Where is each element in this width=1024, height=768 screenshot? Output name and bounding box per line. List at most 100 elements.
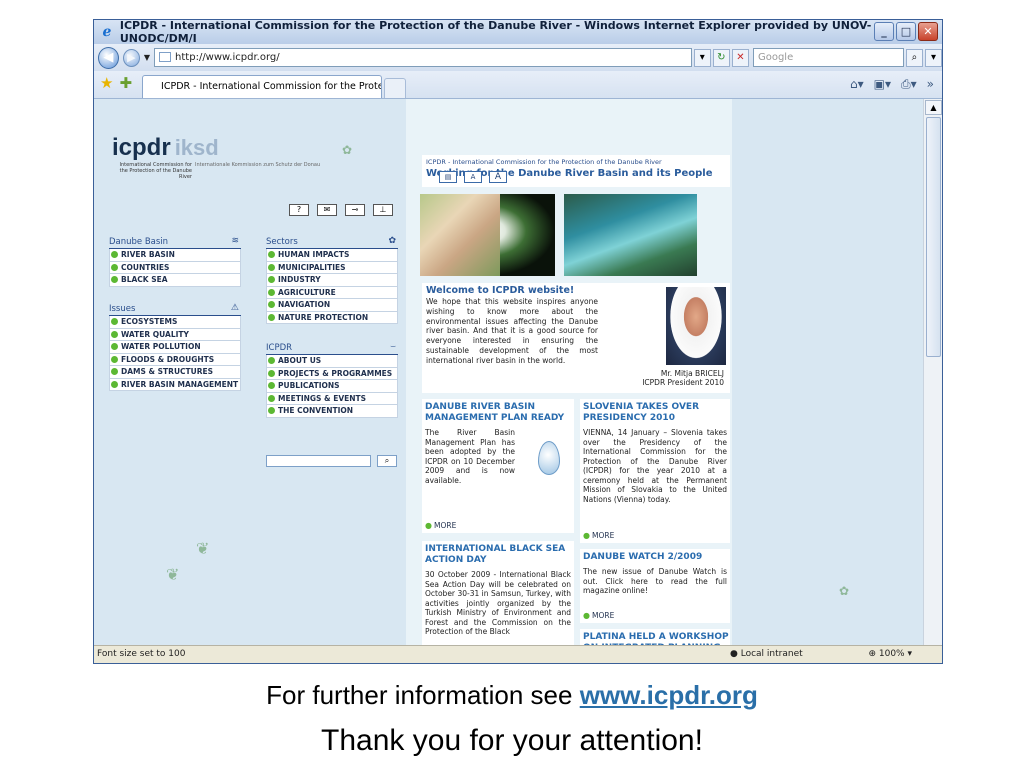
sitemap-icon[interactable]: ⊥ — [373, 204, 393, 216]
stop-button[interactable]: ✕ — [731, 48, 749, 67]
tab-icpdr[interactable]: ICPDR - International Commission for the… — [142, 75, 383, 98]
vertical-scrollbar[interactable]: ▲ — [923, 99, 942, 647]
zone-label: Local intranet — [740, 649, 803, 659]
print-page-icon[interactable]: ▤ — [439, 171, 457, 183]
back-button[interactable]: ◀ — [98, 46, 119, 69]
menu-sectors: Sectors ✿ HUMAN IMPACTS MUNICIPALITIES IN… — [266, 236, 398, 324]
site-search-input[interactable] — [266, 455, 371, 467]
news-title[interactable]: SLOVENIA TAKES OVER PRESIDENCY 2010 — [580, 399, 730, 424]
key-icon[interactable]: ⊸ — [345, 204, 365, 216]
menu-title: Danube Basin — [109, 237, 169, 247]
search-button[interactable]: ⌕ — [905, 48, 923, 67]
status-text: Font size set to 100 — [97, 649, 186, 659]
more-link[interactable]: MORE — [580, 531, 614, 540]
forward-button[interactable]: ▶ — [122, 48, 140, 67]
zoom-value: 100% — [878, 649, 905, 659]
web-page: ❦ ❦ ✿ icpdr iksd International Commission… — [94, 99, 923, 647]
scroll-up-button[interactable]: ▲ — [925, 100, 942, 115]
leaf-decoration: ❦ — [166, 565, 180, 584]
home-icon[interactable]: ⌂▾ — [850, 77, 864, 92]
search-input[interactable]: Google — [752, 48, 904, 67]
help-icon[interactable]: ? — [289, 204, 309, 216]
menu-item[interactable]: WATER QUALITY — [109, 328, 241, 341]
news-item[interactable]: SLOVENIA TAKES OVER PRESIDENCY 2010 VIEN… — [580, 399, 730, 543]
status-bar: Font size set to 100 ● Local intranet ⊕ … — [94, 645, 942, 663]
more-link[interactable]: MORE — [422, 521, 456, 530]
address-bar[interactable]: http://www.icpdr.org/ — [154, 48, 692, 67]
news-title[interactable]: INTERNATIONAL BLACK SEA ACTION DAY — [422, 541, 574, 566]
favorites-star-icon[interactable]: ★ — [100, 74, 113, 92]
refresh-button[interactable]: ↻ — [712, 48, 730, 67]
menu-item[interactable]: RIVER BASIN MANAGEMENT — [109, 378, 241, 391]
menu-item[interactable]: PROJECTS & PROGRAMMES — [266, 367, 398, 380]
news-item[interactable]: DANUBE RIVER BASIN MANAGEMENT PLAN READY… — [422, 399, 574, 533]
address-dropdown-button[interactable]: ▾ — [693, 48, 711, 67]
address-toolbar: ◀ ▶ ▼ http://www.icpdr.org/ ▾ ↻ ✕ Google… — [94, 44, 942, 71]
menu-item[interactable]: DAMS & STRUCTURES — [109, 366, 241, 379]
menu-item[interactable]: MUNICIPALITIES — [266, 261, 398, 274]
logo-subtitle-en: International Commission for the Protect… — [119, 162, 192, 180]
logo-subtitle-de: Internationale Kommission zum Schutz der… — [195, 162, 321, 168]
menu-issues: Issues ⚠ ECOSYSTEMS WATER QUALITY WATER P… — [109, 303, 241, 391]
menu-item[interactable]: HUMAN IMPACTS — [266, 249, 398, 262]
footer-link[interactable]: www.icpdr.org — [580, 680, 758, 710]
menu-item[interactable]: THE CONVENTION — [266, 405, 398, 418]
river-aerial-photo — [564, 194, 697, 276]
gear-icon: ✿ — [388, 236, 396, 246]
tab-bar: ★ ✚ ICPDR - International Commission for… — [94, 71, 942, 99]
new-tab-button[interactable] — [384, 78, 407, 98]
zoom-level[interactable]: ⊕ 100% ▾ — [868, 646, 912, 663]
icpdr-logo[interactable]: icpdr iksd International Commission for t… — [112, 134, 320, 181]
menu-item[interactable]: RIVER BASIN — [109, 249, 241, 262]
footer-info: For further information see www.icpdr.or… — [0, 680, 1024, 711]
menu-item[interactable]: WATER POLLUTION — [109, 341, 241, 354]
history-dropdown-icon[interactable]: ▼ — [144, 53, 150, 62]
more-link[interactable]: MORE — [580, 611, 614, 620]
news-item[interactable]: DANUBE WATCH 2/2009 The new issue of Dan… — [580, 549, 730, 623]
footer-prefix: For further information see — [266, 680, 580, 710]
close-button[interactable]: ✕ — [918, 22, 938, 41]
mail-icon[interactable]: ✉ — [317, 204, 337, 216]
scroll-thumb[interactable] — [926, 117, 941, 357]
menu-item[interactable]: BLACK SEA — [109, 274, 241, 287]
news-item[interactable]: INTERNATIONAL BLACK SEA ACTION DAY 30 Oc… — [422, 541, 574, 647]
menu-item[interactable]: PUBLICATIONS — [266, 380, 398, 393]
menu-item[interactable]: FLOODS & DROUGHTS — [109, 353, 241, 366]
president-role: ICPDR President 2010 — [642, 378, 724, 387]
page-icon — [159, 52, 172, 62]
utility-icons: ? ✉ ⊸ ⊥ — [289, 204, 393, 216]
menu-title: Issues — [109, 304, 136, 314]
font-larger-button[interactable]: A — [489, 171, 507, 183]
news-text: The River Basin Management Plan has been… — [425, 428, 515, 485]
news-text: 30 October 2009 - International Black Se… — [425, 570, 571, 636]
site-search-button[interactable]: ⌕ — [377, 455, 397, 467]
menu-item[interactable]: COUNTRIES — [109, 261, 241, 274]
menu-item[interactable]: NATURE PROTECTION — [266, 311, 398, 324]
address-url: http://www.icpdr.org/ — [175, 52, 280, 63]
logo-name-2: iksd — [174, 135, 219, 160]
menu-item[interactable]: NAVIGATION — [266, 299, 398, 312]
font-smaller-button[interactable]: A — [464, 171, 482, 183]
title-bar: ℯ ICPDR - International Commission for t… — [94, 20, 942, 45]
more-tools-icon[interactable]: » — [927, 77, 934, 92]
news-title[interactable]: DANUBE WATCH 2/2009 — [580, 549, 730, 563]
site-search: ⌕ — [266, 455, 397, 467]
search-options-button[interactable]: ▾ — [924, 48, 942, 67]
menu-item[interactable]: ECOSYSTEMS — [109, 316, 241, 329]
menu-item[interactable]: AGRICULTURE — [266, 286, 398, 299]
menu-item[interactable]: ABOUT US — [266, 355, 398, 368]
news-title[interactable]: DANUBE RIVER BASIN MANAGEMENT PLAN READY — [422, 399, 574, 424]
feeds-icon[interactable]: ▣▾ — [874, 77, 891, 92]
minimize-button[interactable]: _ — [874, 22, 894, 41]
print-icon[interactable]: ⎙▾ — [901, 77, 917, 92]
logo-name: icpdr — [112, 134, 171, 161]
menu-item[interactable]: INDUSTRY — [266, 274, 398, 287]
menu-header: Sectors ✿ — [266, 236, 398, 249]
menu-item[interactable]: MEETINGS & EVENTS — [266, 392, 398, 405]
swoosh-icon: ⌣ — [390, 342, 396, 352]
president-name: Mr. Mitja BRICELJ — [660, 369, 724, 378]
add-favorites-icon[interactable]: ✚ — [119, 74, 132, 92]
maximize-button[interactable]: □ — [896, 22, 916, 41]
warning-icon: ⚠ — [230, 303, 239, 313]
waves-icon: ≋ — [231, 236, 239, 246]
